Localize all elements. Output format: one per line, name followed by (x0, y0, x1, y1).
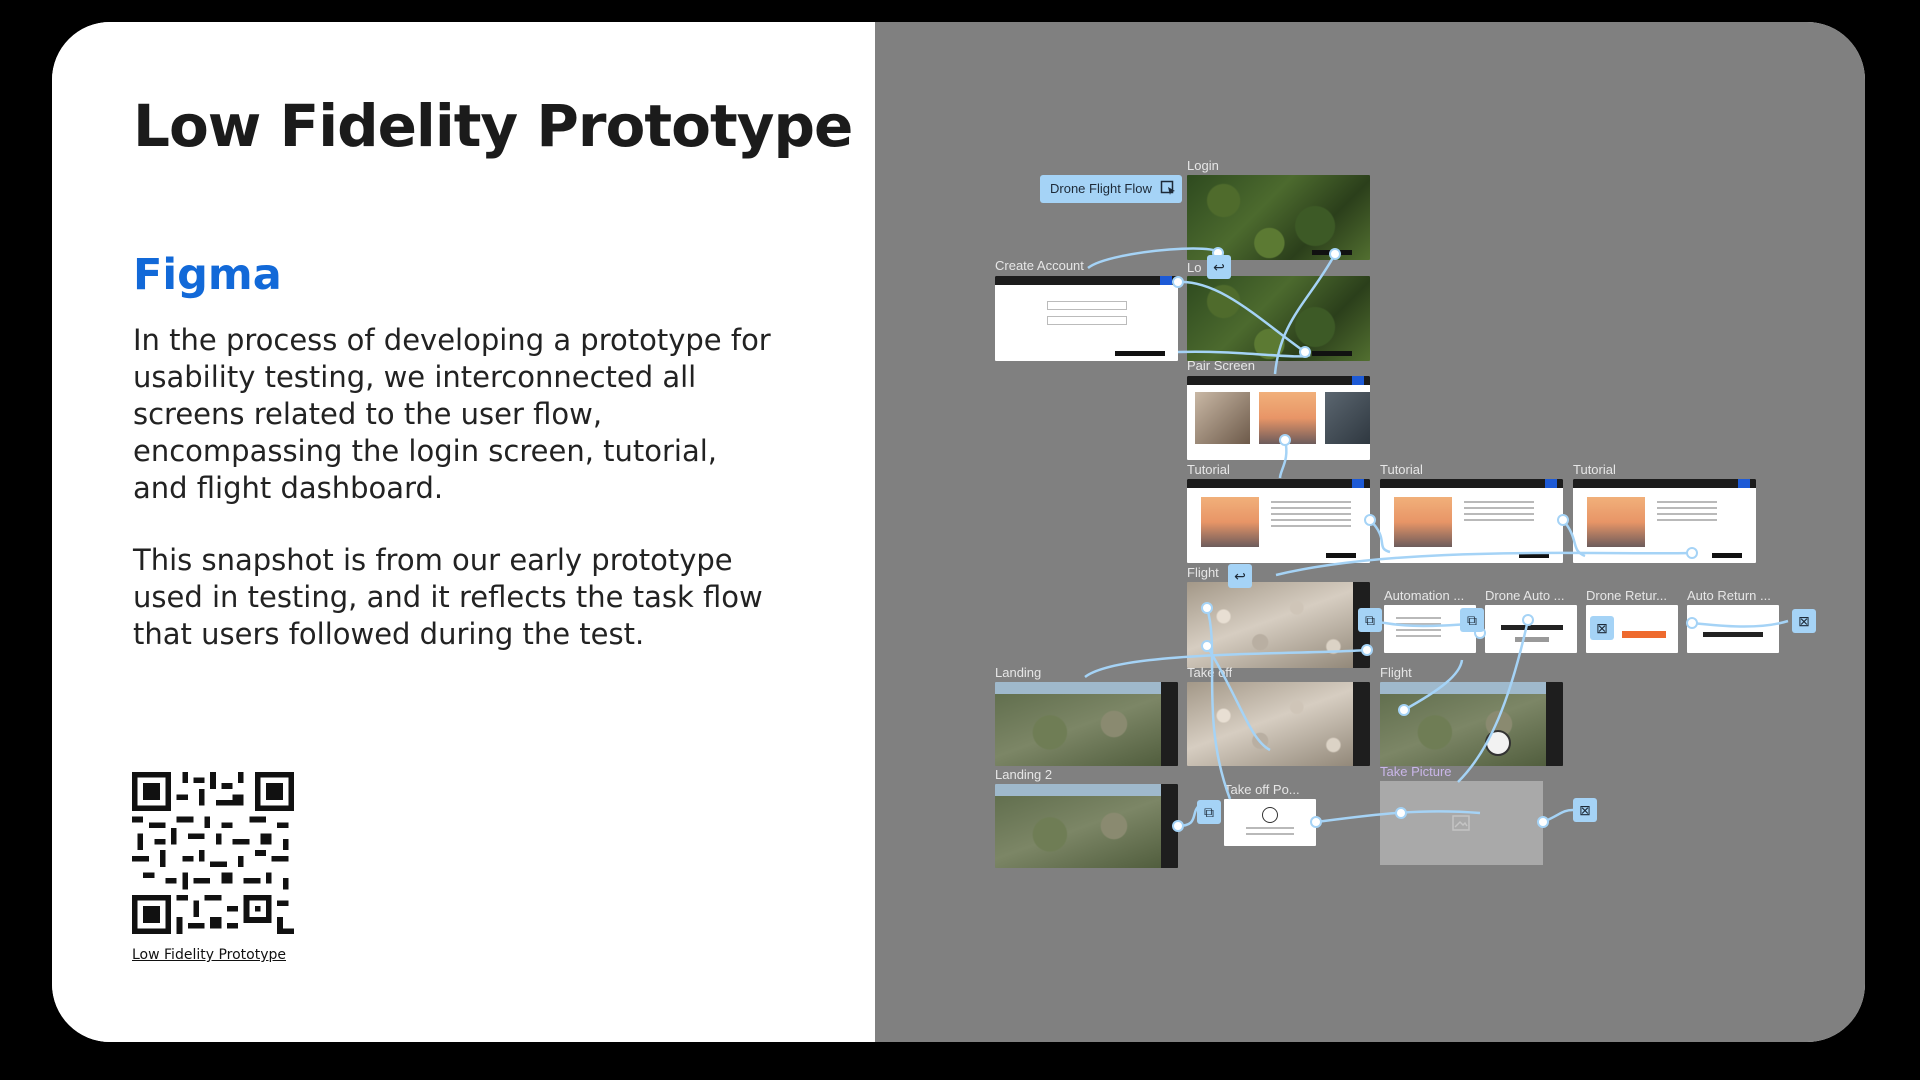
back-arrow-icon[interactable]: ↩ (1207, 255, 1231, 279)
back-arrow-icon[interactable]: ↩ (1228, 564, 1252, 588)
overlay-open-icon[interactable]: ⧉ (1460, 608, 1484, 632)
close-overlay-icon[interactable]: ⊠ (1792, 609, 1816, 633)
prototype-connections (1084, 247, 1789, 832)
close-overlay-icon[interactable]: ⊠ (1573, 798, 1597, 822)
close-overlay-icon[interactable]: ⊠ (1590, 616, 1614, 640)
overlay-open-icon[interactable]: ⧉ (1358, 608, 1382, 632)
overlay-open-icon[interactable]: ⧉ (1197, 800, 1221, 824)
